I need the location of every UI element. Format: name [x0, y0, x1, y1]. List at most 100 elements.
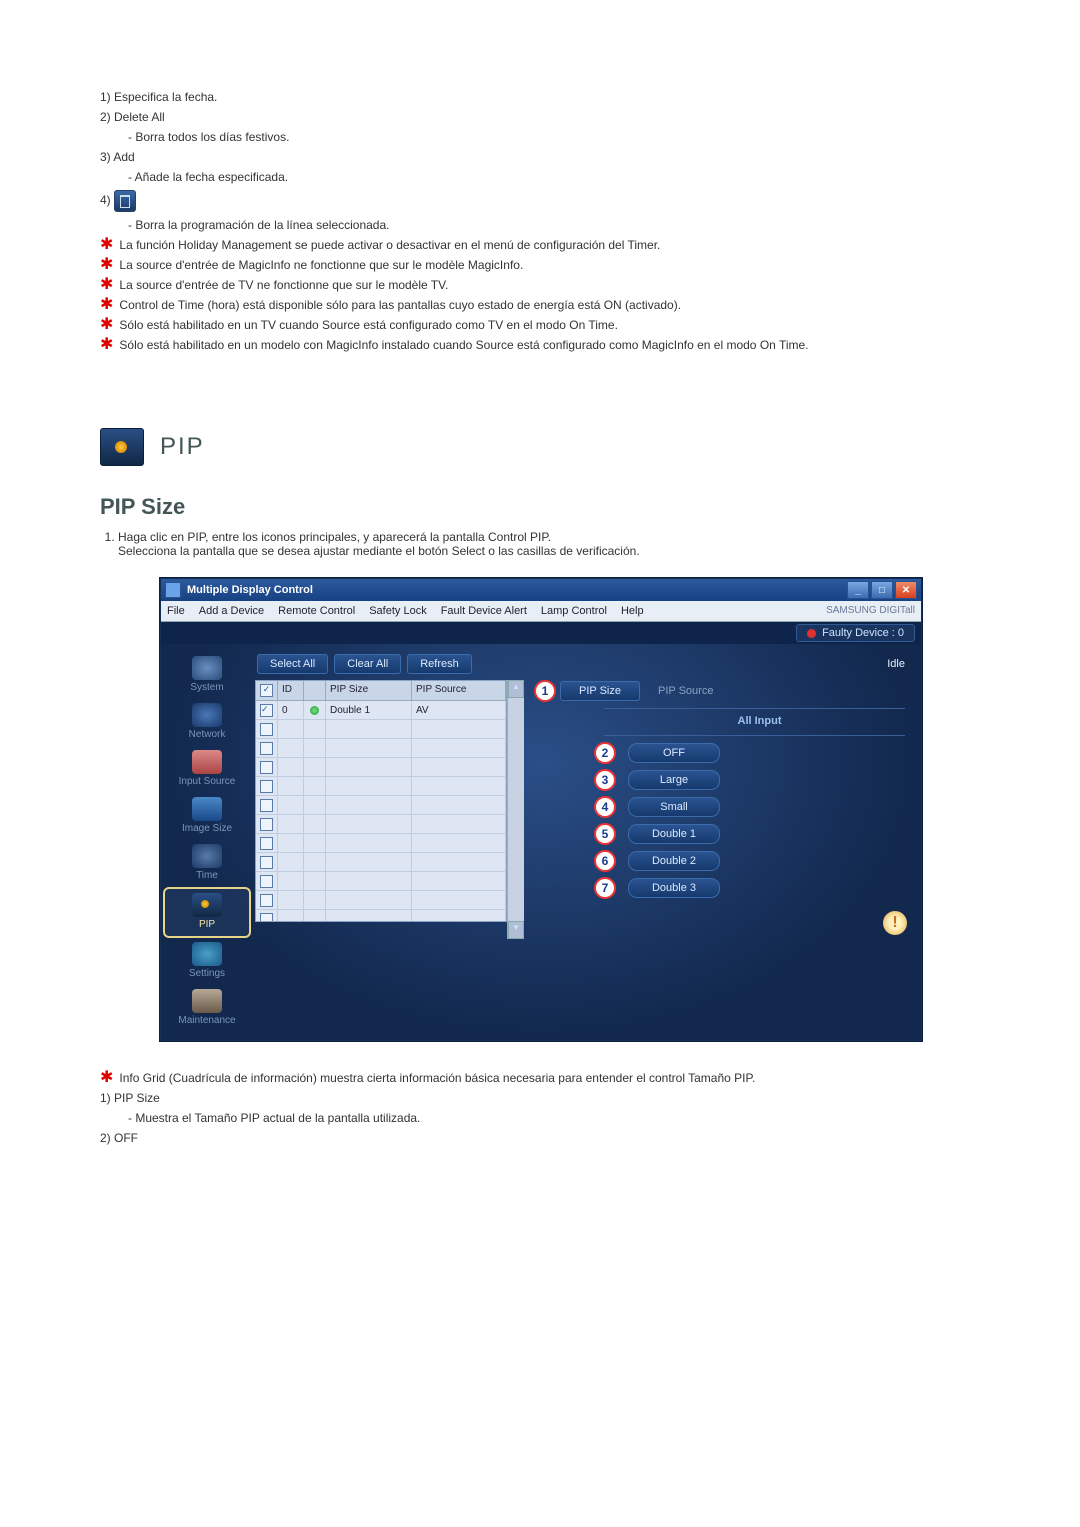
option-off-button[interactable]: OFF — [628, 743, 720, 763]
row-checkbox[interactable] — [260, 780, 273, 793]
callout-1: 1 — [534, 680, 556, 702]
monitor-icon — [100, 428, 144, 466]
list-item: 4) — [100, 190, 980, 212]
grid-scrollbar[interactable]: ▲ ▼ — [507, 680, 524, 939]
row-checkbox[interactable] — [260, 704, 273, 717]
section-header-pip: PIP — [100, 428, 980, 466]
star-icon: ✱ — [100, 318, 113, 332]
row-checkbox[interactable] — [260, 837, 273, 850]
callout-4: 4 — [594, 796, 616, 818]
cell-pip-source: AV — [412, 701, 506, 719]
sidebar-item-input-source[interactable]: Input Source — [165, 746, 249, 793]
callout-6: 6 — [594, 850, 616, 872]
option-double2-button[interactable]: Double 2 — [628, 851, 720, 871]
subsection-title: PIP Size — [100, 494, 980, 520]
sidebar-item-image-size[interactable]: Image Size — [165, 793, 249, 840]
menu-remote-control[interactable]: Remote Control — [278, 605, 355, 617]
row-checkbox[interactable] — [260, 723, 273, 736]
app-screenshot: Multiple Display Control _ □ ✕ File Add … — [160, 578, 920, 1041]
note-text: Sólo está habilitado en un modelo con Ma… — [119, 338, 980, 352]
menu-file[interactable]: File — [167, 605, 185, 617]
menu-safety-lock[interactable]: Safety Lock — [369, 605, 426, 617]
note-text: Sólo está habilitado en un TV cuando Sou… — [119, 318, 980, 332]
row-checkbox[interactable] — [260, 742, 273, 755]
step-item: Haga clic en PIP, entre los iconos princ… — [118, 530, 980, 558]
col-pip-source[interactable]: PIP Source — [412, 681, 506, 700]
sidebar-item-settings[interactable]: Settings — [165, 938, 249, 985]
clear-all-button[interactable]: Clear All — [334, 654, 401, 674]
cell-id: 0 — [278, 701, 304, 719]
sidebar-item-maintenance[interactable]: Maintenance — [165, 985, 249, 1032]
row-checkbox[interactable] — [260, 761, 273, 774]
table-row[interactable]: 0 Double 1 AV — [256, 701, 506, 720]
list-sub: - Añade la fecha especificada. — [128, 170, 980, 184]
settings-icon — [192, 942, 222, 966]
list-sub: - Borra la programación de la línea sele… — [128, 218, 980, 232]
list-item: 1) Especifica la fecha. — [100, 90, 980, 104]
row-checkbox[interactable] — [260, 875, 273, 888]
close-button[interactable]: ✕ — [895, 581, 917, 599]
brand-label: SAMSUNG DIGITall — [826, 605, 915, 617]
menu-lamp-control[interactable]: Lamp Control — [541, 605, 607, 617]
menu-fault-device-alert[interactable]: Fault Device Alert — [441, 605, 527, 617]
col-id[interactable]: ID — [278, 681, 304, 700]
faulty-device-badge: Faulty Device : 0 — [796, 624, 915, 642]
refresh-button[interactable]: Refresh — [407, 654, 472, 674]
select-all-button[interactable]: Select All — [257, 654, 328, 674]
menubar: File Add a Device Remote Control Safety … — [161, 601, 921, 622]
tab-pip-source[interactable]: PIP Source — [640, 682, 731, 700]
app-icon — [165, 582, 181, 598]
star-icon: ✱ — [100, 338, 113, 352]
sidebar-item-system[interactable]: System — [165, 652, 249, 699]
row-checkbox[interactable] — [260, 818, 273, 831]
app-window: Multiple Display Control _ □ ✕ File Add … — [160, 578, 922, 1041]
numbered-list: 1) Especifica la fecha. 2) Delete All - … — [100, 90, 980, 232]
faulty-bar: Faulty Device : 0 — [161, 622, 921, 644]
row-checkbox[interactable] — [260, 856, 273, 869]
row-checkbox[interactable] — [260, 799, 273, 812]
status-idle: Idle — [887, 658, 913, 670]
sidebar: System Network Input Source Image Size T… — [161, 644, 253, 1040]
option-double3-button[interactable]: Double 3 — [628, 878, 720, 898]
trash-icon — [114, 190, 136, 212]
image-size-icon — [192, 797, 222, 821]
scroll-up-icon[interactable]: ▲ — [508, 680, 524, 698]
grid-body: 0 Double 1 AV — [256, 701, 506, 921]
callout-2: 2 — [594, 742, 616, 764]
star-icon: ✱ — [100, 1071, 113, 1085]
info-grid: ID PIP Size PIP Source 0 Double 1 AV — [255, 680, 524, 939]
menu-add-device[interactable]: Add a Device — [199, 605, 264, 617]
tab-pip-size[interactable]: PIP Size — [560, 681, 640, 701]
note-text: La función Holiday Management se puede a… — [119, 238, 980, 252]
col-pip-size[interactable]: PIP Size — [326, 681, 412, 700]
sidebar-item-time[interactable]: Time — [165, 840, 249, 887]
maximize-button[interactable]: □ — [871, 581, 893, 599]
window-title: Multiple Display Control — [187, 584, 847, 596]
col-status[interactable] — [304, 681, 326, 700]
maintenance-icon — [192, 989, 222, 1013]
menu-help[interactable]: Help — [621, 605, 644, 617]
faulty-text: Faulty Device : 0 — [822, 627, 904, 639]
fault-dot-icon — [807, 629, 816, 638]
sidebar-item-pip[interactable]: PIP — [163, 887, 251, 938]
warning-icon: ! — [883, 911, 907, 935]
note-text: Info Grid (Cuadrícula de información) mu… — [119, 1071, 980, 1085]
row-checkbox[interactable] — [260, 894, 273, 907]
toolbar: Select All Clear All Refresh Idle — [255, 650, 915, 678]
option-double1-button[interactable]: Double 1 — [628, 824, 720, 844]
minimize-button[interactable]: _ — [847, 581, 869, 599]
row-checkbox[interactable] — [260, 913, 273, 922]
note-text: La source d'entrée de TV ne fonctionne q… — [119, 278, 980, 292]
scroll-down-icon[interactable]: ▼ — [508, 921, 524, 939]
note-text: La source d'entrée de MagicInfo ne fonct… — [119, 258, 980, 272]
col-checkbox[interactable] — [256, 681, 278, 700]
all-input-label: All Input — [604, 715, 915, 727]
option-large-button[interactable]: Large — [628, 770, 720, 790]
list-sub: - Muestra el Tamaño PIP actual de la pan… — [128, 1111, 980, 1125]
list-item: 3) Add — [100, 150, 980, 164]
grid-header: ID PIP Size PIP Source — [256, 681, 506, 701]
sidebar-item-network[interactable]: Network — [165, 699, 249, 746]
star-icon: ✱ — [100, 238, 113, 252]
time-icon — [192, 844, 222, 868]
option-small-button[interactable]: Small — [628, 797, 720, 817]
